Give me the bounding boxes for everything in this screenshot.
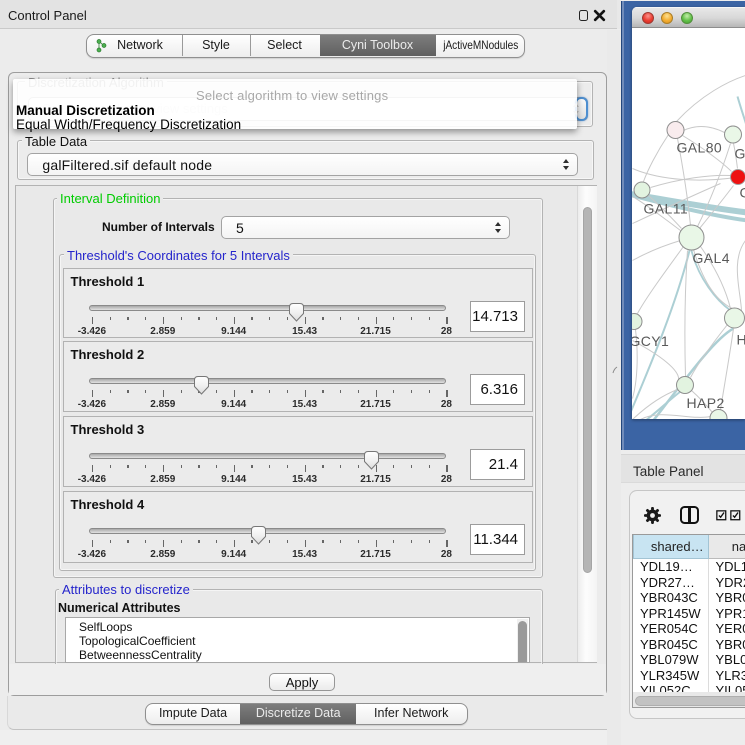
svg-text:CY: CY: [739, 184, 745, 200]
svg-text:GAL2: GAL2: [734, 145, 745, 161]
svg-text:HAP2: HAP2: [686, 395, 724, 411]
svg-text:GAL4: GAL4: [692, 250, 729, 266]
svg-text:GAL80: GAL80: [676, 139, 722, 155]
svg-text:GAL11: GAL11: [643, 200, 688, 216]
svg-text:GCY1: GCY1: [632, 333, 669, 349]
svg-text:HIS: HIS: [736, 331, 745, 347]
